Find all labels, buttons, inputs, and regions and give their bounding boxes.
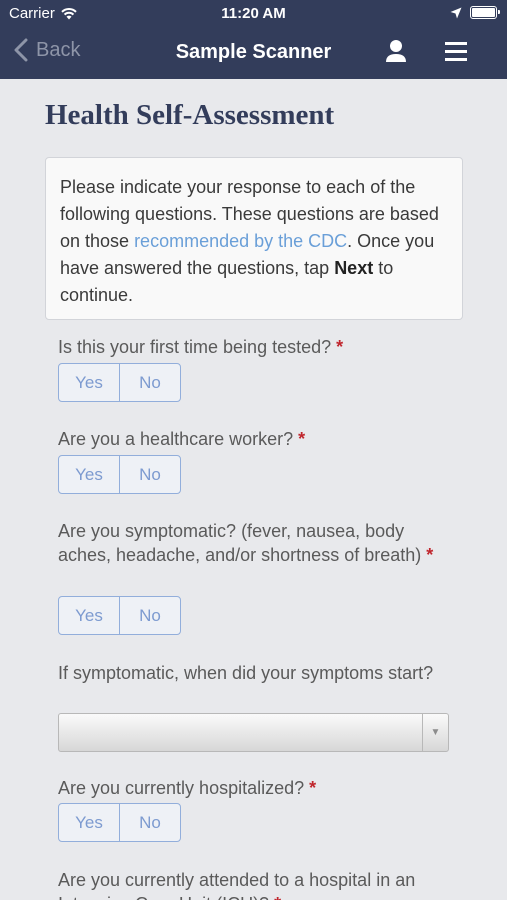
- question-hospitalized: Are you currently hospitalized? *: [58, 776, 458, 800]
- instructions-box: Please indicate your response to each of…: [45, 157, 463, 320]
- hospitalized-toggle: Yes No: [58, 803, 181, 842]
- yes-button[interactable]: Yes: [59, 364, 119, 401]
- cdc-link[interactable]: recommended by the CDC: [134, 231, 347, 251]
- question-icu: Are you currently attended to a hospital…: [58, 868, 448, 900]
- menu-button[interactable]: [445, 42, 467, 66]
- first-time-tested-toggle: Yes No: [58, 363, 181, 402]
- dropdown-arrow-icon: ▼: [422, 714, 448, 751]
- status-right: [450, 6, 500, 19]
- no-button[interactable]: No: [119, 804, 180, 841]
- location-arrow-icon: [450, 7, 462, 18]
- symptomatic-toggle: Yes No: [58, 596, 181, 635]
- question-text: Are you a healthcare worker?: [58, 429, 294, 449]
- required-marker: *: [274, 894, 281, 900]
- user-profile-button[interactable]: [385, 39, 407, 68]
- back-button[interactable]: Back: [14, 38, 80, 62]
- navigation-bar: Back Sample Scanner: [0, 28, 507, 79]
- form-content[interactable]: Health Self-Assessment Please indicate y…: [0, 79, 507, 900]
- question-text: If symptomatic, when did your symptoms s…: [58, 663, 434, 683]
- question-first-time-tested: Is this your first time being tested? *: [58, 335, 458, 359]
- healthcare-worker-toggle: Yes No: [58, 455, 181, 494]
- user-icon: [386, 40, 406, 62]
- page-title: Health Self-Assessment: [45, 99, 335, 131]
- question-symptomatic: Are you symptomatic? (fever, nausea, bod…: [58, 519, 450, 567]
- question-text: Are you symptomatic? (fever, nausea, bod…: [58, 521, 422, 565]
- required-marker: *: [309, 778, 317, 798]
- question-text: Are you currently attended to a hospital…: [58, 870, 416, 900]
- question-text: Is this your first time being tested?: [58, 337, 332, 357]
- no-button[interactable]: No: [119, 456, 180, 493]
- required-marker: *: [336, 337, 344, 357]
- question-symptom-start: If symptomatic, when did your symptoms s…: [58, 661, 438, 685]
- yes-button[interactable]: Yes: [59, 597, 119, 634]
- required-marker: *: [298, 429, 306, 449]
- chevron-left-icon: [14, 38, 28, 62]
- yes-button[interactable]: Yes: [59, 456, 119, 493]
- next-keyword: Next: [334, 258, 374, 278]
- yes-button[interactable]: Yes: [59, 804, 119, 841]
- question-healthcare-worker: Are you a healthcare worker? *: [58, 427, 458, 451]
- question-text: Are you currently hospitalized?: [58, 778, 305, 798]
- hamburger-menu-icon: [445, 42, 467, 61]
- clock: 11:20 AM: [221, 5, 286, 22]
- battery-icon: [470, 6, 500, 19]
- no-button[interactable]: No: [119, 364, 180, 401]
- back-label: Back: [36, 38, 81, 61]
- symptom-start-select[interactable]: ▼: [58, 713, 449, 752]
- required-marker: *: [426, 545, 434, 565]
- no-button[interactable]: No: [119, 597, 180, 634]
- status-bar: Carrier 11:20 AM: [0, 0, 507, 28]
